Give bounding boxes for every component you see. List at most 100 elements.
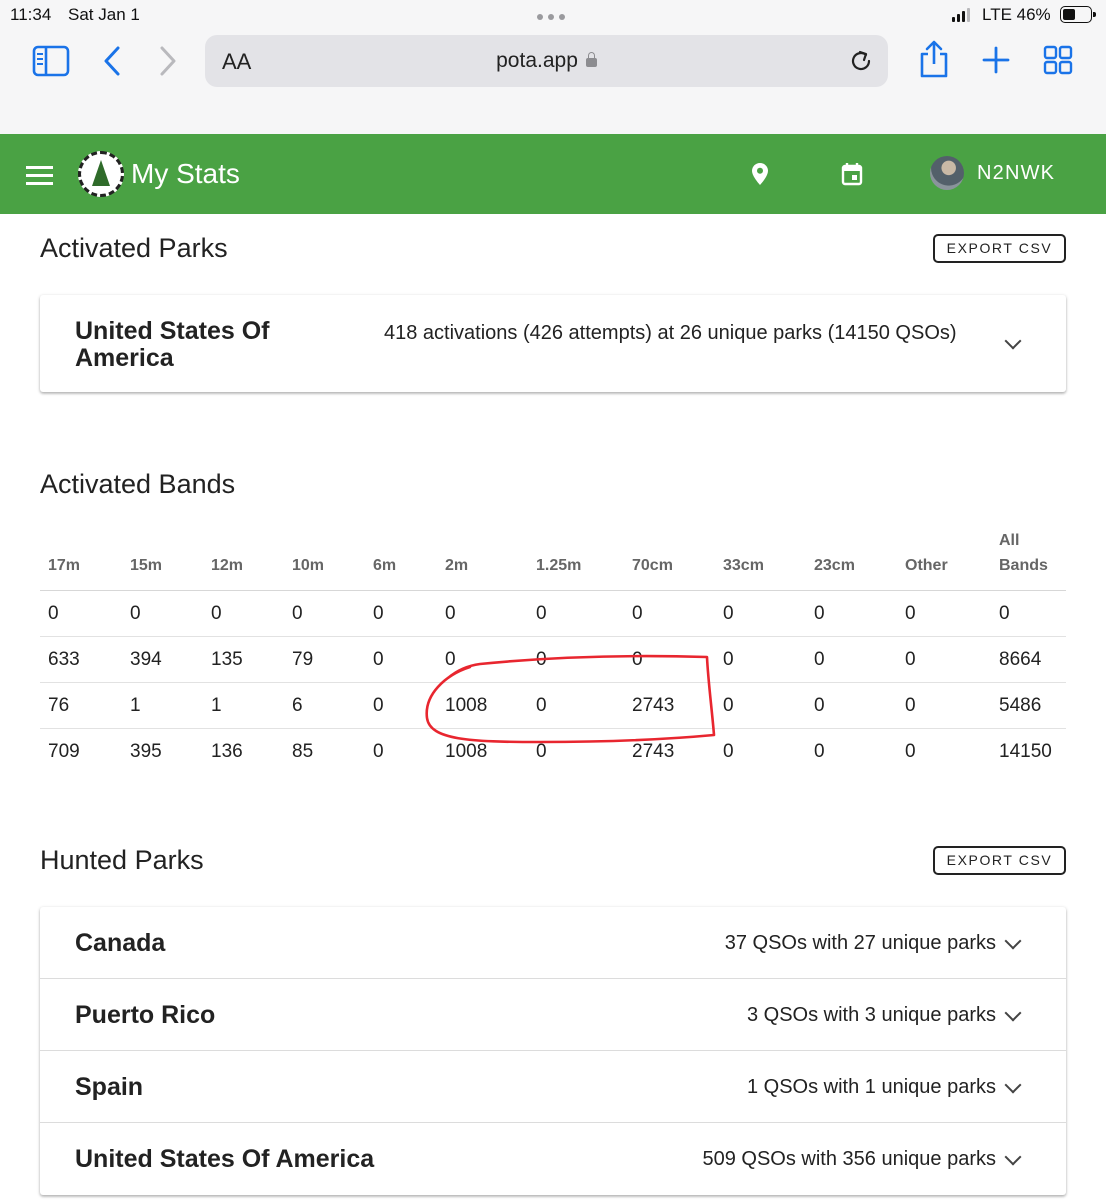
table-cell: 1: [122, 682, 203, 729]
column-header: 6m: [365, 528, 437, 591]
table-cell: 0: [365, 682, 437, 729]
page-title: My Stats: [131, 158, 240, 189]
table-cell: 1: [203, 682, 284, 729]
hunted-country-row[interactable]: Spain 1 QSOs with 1 unique parks: [40, 1051, 1066, 1123]
table-cell: 0: [536, 740, 547, 762]
table-cell: 0: [814, 740, 825, 762]
share-icon[interactable]: [918, 40, 950, 78]
table-cell: 0: [715, 590, 806, 637]
table-cell: 0: [284, 590, 365, 637]
export-csv-button[interactable]: EXPORT CSV: [933, 234, 1066, 263]
hunted-parks-title: Hunted Parks: [40, 845, 204, 875]
table-cell: 0: [528, 590, 624, 637]
table-cell: 85: [292, 740, 314, 762]
column-header: 10m: [284, 528, 365, 591]
table-cell: 0: [715, 636, 806, 683]
calendar-icon[interactable]: [841, 162, 863, 186]
column-header: 1.25m: [528, 528, 624, 591]
chevron-down-icon[interactable]: [1004, 332, 1022, 350]
hunted-country-row[interactable]: United States Of America 509 QSOs with 3…: [40, 1123, 1066, 1195]
hunted-summary: 509 QSOs with 356 unique parks: [702, 1148, 996, 1170]
table-cell: 395: [130, 740, 162, 762]
forward-icon[interactable]: [158, 45, 178, 77]
hunted-parks-panel: Canada 37 QSOs with 27 unique parks Puer…: [40, 907, 1066, 1195]
export-csv-button[interactable]: EXPORT CSV: [933, 846, 1066, 875]
column-header: 33cm: [715, 528, 806, 591]
chevron-down-icon[interactable]: [1004, 1148, 1022, 1166]
hunted-summary: 3 QSOs with 3 unique parks: [746, 1004, 996, 1026]
table-cell: 0: [365, 590, 437, 637]
activated-parks-title: Activated Parks: [40, 233, 228, 263]
table-row: 709 395 136 85 0 1008 0 2743 0 0 0 14150: [40, 729, 1066, 775]
column-header: 70cm: [624, 528, 715, 591]
table-cell: 0: [991, 590, 1066, 637]
chevron-down-icon[interactable]: [1004, 1076, 1022, 1094]
table-cell: 76: [40, 682, 122, 729]
multitasking-dots-icon[interactable]: [537, 14, 565, 20]
status-time: 11:34: [10, 5, 52, 24]
table-header-row: 17m 15m 12m 10m 6m 2m 1.25m 70cm 33cm 23…: [40, 528, 1066, 591]
table-cell: 0: [203, 590, 284, 637]
activated-parks-panel[interactable]: United States Of America 418 activations…: [40, 295, 1066, 392]
column-header: 2m: [437, 528, 528, 591]
activated-bands-title: Activated Bands: [40, 469, 236, 499]
menu-icon[interactable]: [26, 166, 53, 190]
tabs-overview-icon[interactable]: [1043, 45, 1073, 75]
table-cell: 1008: [445, 740, 488, 762]
column-header: 23cm: [806, 528, 897, 591]
column-header: Other: [897, 528, 991, 591]
hunted-country: Spain: [75, 1073, 144, 1101]
table-cell: 0: [373, 740, 384, 762]
cellular-signal-icon: [952, 8, 970, 22]
column-header: All Bands: [991, 528, 1066, 591]
table-cell: 0: [624, 590, 715, 637]
table-cell: 0: [437, 636, 528, 683]
browser-toolbar: AA pota.app: [0, 30, 1106, 134]
column-header: 17m: [40, 528, 122, 591]
table-cell: 709: [48, 740, 80, 762]
table-cell: 0: [806, 590, 897, 637]
battery-icon: [1060, 6, 1096, 23]
network-status: LTE 46%: [982, 5, 1051, 24]
new-tab-icon[interactable]: [982, 46, 1010, 74]
chevron-down-icon[interactable]: [1004, 932, 1022, 950]
column-header: 12m: [203, 528, 284, 591]
table-cell: 14150: [999, 740, 1052, 762]
table-cell: 5486: [991, 682, 1066, 729]
hunted-country-row[interactable]: Canada 37 QSOs with 27 unique parks: [40, 907, 1066, 979]
table-cell: 0: [715, 682, 806, 729]
user-avatar[interactable]: [930, 156, 964, 190]
table-cell: 0: [897, 636, 991, 683]
table-cell: 0: [365, 636, 437, 683]
table-cell: 0: [528, 636, 624, 683]
address-bar[interactable]: AA pota.app: [205, 35, 888, 87]
table-cell: 6: [284, 682, 365, 729]
back-icon[interactable]: [102, 45, 122, 77]
table-cell: 0: [528, 682, 624, 729]
activated-bands-table: 17m 15m 12m 10m 6m 2m 1.25m 70cm 33cm 23…: [40, 528, 1066, 775]
table-cell: 0: [806, 636, 897, 683]
table-cell: 1008: [437, 682, 528, 729]
url-display[interactable]: pota.app: [205, 49, 888, 73]
map-pin-icon[interactable]: [751, 162, 769, 186]
table-cell: 0: [723, 740, 734, 762]
status-date: Sat Jan 1: [68, 5, 140, 24]
table-row: 633 394 135 79 0 0 0 0 0 0 0 8664: [40, 636, 1066, 683]
hunted-summary: 37 QSOs with 27 unique parks: [724, 932, 996, 954]
chevron-down-icon[interactable]: [1004, 1004, 1022, 1022]
hunted-country-row[interactable]: Puerto Rico 3 QSOs with 3 unique parks: [40, 979, 1066, 1051]
pota-logo[interactable]: [78, 151, 124, 197]
reload-icon[interactable]: [848, 48, 874, 74]
table-cell: 0: [40, 590, 122, 637]
table-cell: 0: [905, 740, 916, 762]
table-cell: 0: [437, 590, 528, 637]
table-cell: 2743: [624, 682, 715, 729]
table-row: 76 1 1 6 0 1008 0 2743 0 0 0 5486: [40, 682, 1066, 729]
table-cell: 2743: [632, 740, 675, 762]
column-header: 15m: [122, 528, 203, 591]
user-callsign[interactable]: N2NWK: [977, 162, 1055, 185]
table-row: 0 0 0 0 0 0 0 0 0 0 0 0: [40, 590, 1066, 637]
table-cell: 79: [284, 636, 365, 683]
hunted-country: Canada: [75, 929, 166, 957]
sidebar-icon[interactable]: [32, 45, 70, 77]
